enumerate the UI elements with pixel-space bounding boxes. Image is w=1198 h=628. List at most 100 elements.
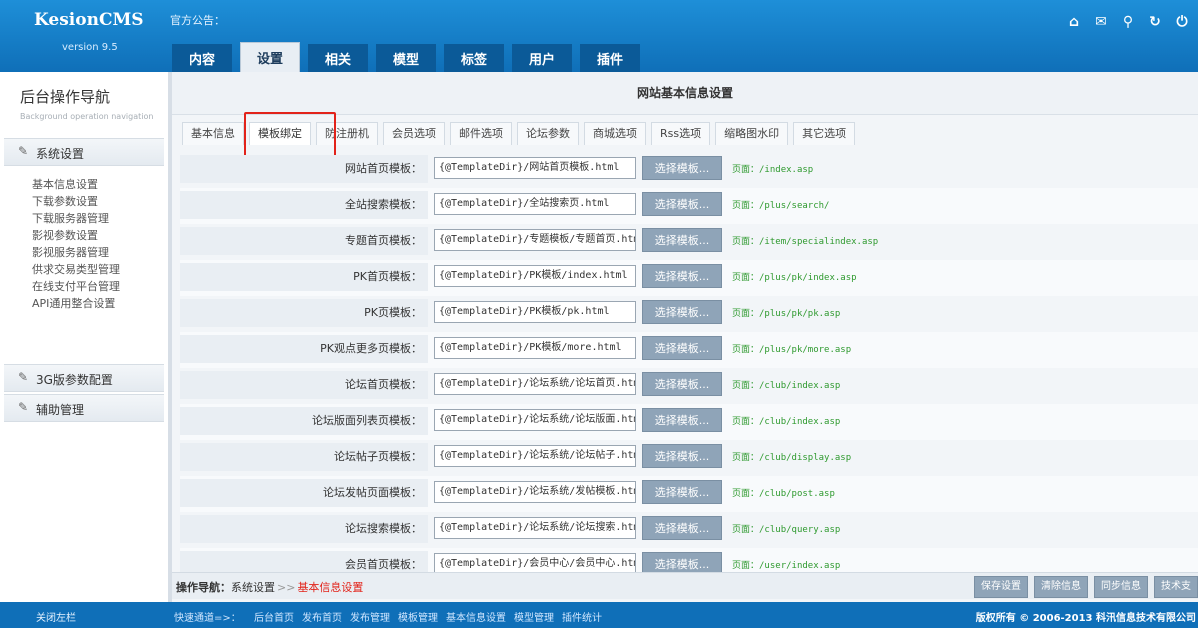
page-path-prefix: 页面： (732, 561, 760, 571)
breadcrumb-bar: 操作导航：系统设置 >> 基本信息设置 保存设置 清除信息 同步信息 技术支 (172, 572, 1198, 599)
select-template-button[interactable]: 选择模板... (642, 228, 722, 252)
page-path-value: /club/display.asp (759, 453, 852, 463)
settings-subtab[interactable]: 基本信息 (182, 122, 244, 145)
sidebar-group-label: 3G版参数配置 (36, 373, 113, 387)
template-path-input[interactable]: {@TemplateDir}/PK模板/index.html (434, 265, 636, 287)
refresh-icon[interactable]: ↻ (1147, 14, 1163, 30)
quick-link[interactable]: 发布管理 (350, 609, 390, 624)
sidebar-item[interactable]: 供求交易类型管理 (32, 261, 120, 278)
nav-tab[interactable]: 内容 (172, 44, 232, 72)
page-path: 页面：/index.asp (732, 162, 813, 175)
select-template-button[interactable]: 选择模板... (642, 552, 722, 572)
select-template-button[interactable]: 选择模板... (642, 300, 722, 324)
home-icon[interactable]: ⌂ (1066, 14, 1082, 30)
quick-link[interactable]: 模型管理 (514, 609, 554, 624)
settings-subtab[interactable]: 邮件选项 (450, 122, 512, 145)
sidebar-group-3g-config[interactable]: ✎ 3G版参数配置 (4, 364, 164, 392)
breadcrumb: 操作导航：系统设置 >> 基本信息设置 (176, 579, 363, 595)
sidebar-group-system-settings[interactable]: ✎ 系统设置 (4, 138, 164, 166)
power-icon[interactable]: ⏻ (1174, 14, 1190, 30)
page-path-value: /item/specialindex.asp (759, 237, 879, 247)
settings-subtab[interactable]: 防注册机 (316, 122, 378, 145)
breadcrumb-parent[interactable]: 系统设置 (231, 581, 275, 594)
close-left-panel-link[interactable]: 关闭左栏 (36, 609, 76, 624)
settings-subtab[interactable]: 其它选项 (793, 122, 856, 145)
template-path-input[interactable]: {@TemplateDir}/会员中心/会员中心.html (434, 553, 636, 572)
template-path-input[interactable]: {@TemplateDir}/论坛系统/论坛帖子.html (434, 445, 636, 467)
settings-subtab[interactable]: 缩略图水印 (715, 122, 789, 145)
template-path-input[interactable]: {@TemplateDir}/论坛系统/发帖模板.html (434, 481, 636, 503)
select-template-button[interactable]: 选择模板... (642, 264, 722, 288)
settings-subtab[interactable]: 商城选项 (584, 122, 646, 145)
select-template-button[interactable]: 选择模板... (642, 444, 722, 468)
main-nav-tabs: 内容 设置 相关 模型 标签 用户 插件 (172, 40, 648, 72)
main-panel: 网站基本信息设置 基本信息 模板绑定 防注册机 会员选项 邮件选项 论坛参数 商城选项 Rss… (172, 72, 1198, 602)
page-path-prefix: 页面： (732, 345, 760, 355)
nav-tab[interactable]: 设置 (240, 42, 300, 72)
template-path-input[interactable]: {@TemplateDir}/PK模板/more.html (434, 337, 636, 359)
nav-tab[interactable]: 模型 (376, 44, 436, 72)
template-label: PK首页模板： (180, 263, 428, 291)
sidebar-title: 后台操作导航 (20, 88, 111, 106)
quick-links: 后台首页 发布首页 发布管理 模板管理 基本信息设置 模型管理 插件统计 (254, 609, 610, 624)
quick-link[interactable]: 发布首页 (302, 609, 342, 624)
quick-channel-label: 快速通道=>： (174, 613, 241, 624)
page-path-prefix: 页面： (732, 201, 760, 211)
sidebar-item[interactable]: 基本信息设置 (32, 176, 120, 193)
quick-link[interactable]: 后台首页 (254, 609, 294, 624)
template-path-input[interactable]: {@TemplateDir}/论坛系统/论坛版面.html (434, 409, 636, 431)
page-path-value: /club/index.asp (759, 381, 841, 391)
page-path-value: /club/post.asp (759, 489, 835, 499)
page-path: 页面：/club/index.asp (732, 378, 840, 391)
settings-subtab[interactable]: Rss选项 (651, 122, 711, 145)
sidebar-item[interactable]: 下载服务器管理 (32, 210, 120, 227)
template-path-input[interactable]: {@TemplateDir}/论坛系统/论坛搜索.html (434, 517, 636, 539)
settings-subtab[interactable]: 模板绑定 (249, 122, 311, 145)
action-button[interactable]: 同步信息 (1094, 576, 1148, 598)
action-button[interactable]: 保存设置 (974, 576, 1028, 598)
template-row: 论坛版面列表页模板： {@TemplateDir}/论坛系统/论坛版面.html 选… (180, 404, 1198, 440)
nav-tab[interactable]: 用户 (512, 44, 572, 72)
sidebar-item[interactable]: 影视参数设置 (32, 227, 120, 244)
nav-tab[interactable]: 标签 (444, 44, 504, 72)
quick-link[interactable]: 插件统计 (562, 609, 602, 624)
template-binding-form: 网站首页模板： {@TemplateDir}/网站首页模板.html 选择模板...… (180, 152, 1198, 572)
quick-link[interactable]: 模板管理 (398, 609, 438, 624)
search-icon[interactable]: ⚲ (1120, 14, 1136, 30)
nav-tab[interactable]: 插件 (580, 44, 640, 72)
sidebar-item[interactable]: 在线支付平台管理 (32, 278, 120, 295)
nav-tab[interactable]: 相关 (308, 44, 368, 72)
sidebar-item[interactable]: 下载参数设置 (32, 193, 120, 210)
select-template-button[interactable]: 选择模板... (642, 156, 722, 180)
page-path-prefix: 页面： (732, 309, 760, 319)
action-button[interactable]: 技术支 (1154, 576, 1198, 598)
select-template-button[interactable]: 选择模板... (642, 408, 722, 432)
template-path-input[interactable]: {@TemplateDir}/论坛系统/论坛首页.html (434, 373, 636, 395)
page-title: 网站基本信息设置 (172, 72, 1198, 115)
template-path-input[interactable]: {@TemplateDir}/专题模板/专题首页.html (434, 229, 636, 251)
select-template-button[interactable]: 选择模板... (642, 516, 722, 540)
sidebar-item[interactable]: API通用整合设置 (32, 295, 120, 312)
action-button[interactable]: 清除信息 (1034, 576, 1088, 598)
official-notice[interactable]: 官方公告： (170, 12, 225, 28)
header-icons: ⌂ ✉ ⚲ ↻ ⏻ (1055, 14, 1190, 30)
template-path-input[interactable]: {@TemplateDir}/全站搜索页.html (434, 193, 636, 215)
page-path-value: /plus/search/ (759, 201, 830, 211)
sidebar-group-aux-management[interactable]: ✎ 辅助管理 (4, 394, 164, 422)
select-template-button[interactable]: 选择模板... (642, 372, 722, 396)
select-template-button[interactable]: 选择模板... (642, 480, 722, 504)
page-path-prefix: 页面： (732, 525, 760, 535)
sidebar-item[interactable]: 影视服务器管理 (32, 244, 120, 261)
settings-subtabs: 基本信息 模板绑定 防注册机 会员选项 邮件选项 论坛参数 商城选项 Rss选项 缩略图水印 其它… (182, 122, 860, 148)
settings-subtab[interactable]: 会员选项 (383, 122, 445, 145)
template-path-input[interactable]: {@TemplateDir}/网站首页模板.html (434, 157, 636, 179)
select-template-button[interactable]: 选择模板... (642, 192, 722, 216)
template-path-input[interactable]: {@TemplateDir}/PK模板/pk.html (434, 301, 636, 323)
quick-link[interactable]: 基本信息设置 (446, 609, 506, 624)
sidebar-subtitle: Background operation navigation (20, 112, 154, 121)
page-path-value: /plus/pk/index.asp (759, 273, 857, 283)
settings-subtab[interactable]: 论坛参数 (517, 122, 579, 145)
mail-icon[interactable]: ✉ (1093, 14, 1109, 30)
page-path-prefix: 页面： (732, 273, 760, 283)
select-template-button[interactable]: 选择模板... (642, 336, 722, 360)
